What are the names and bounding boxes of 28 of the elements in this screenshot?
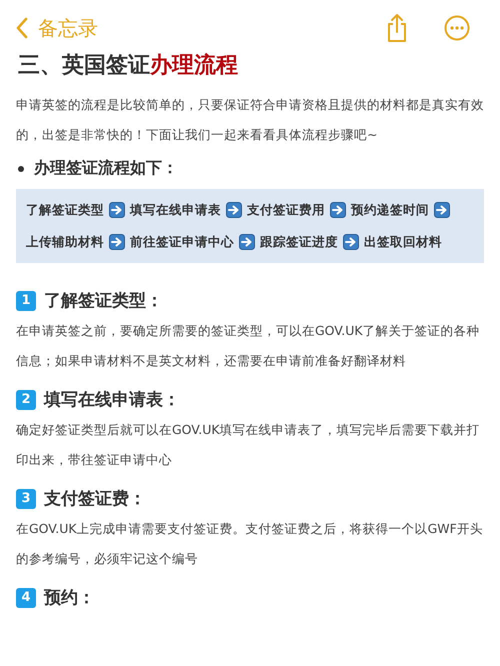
bullet-heading: 办理签证流程如下： xyxy=(34,158,178,179)
step-label: 前往签证申请中心 xyxy=(130,233,234,251)
step-label: 填写在线申请表 xyxy=(130,201,221,219)
section-title: 了解签证类型： xyxy=(44,290,163,312)
more-icon[interactable] xyxy=(444,15,470,41)
section-title: 填写在线申请表： xyxy=(44,389,180,411)
share-icon[interactable] xyxy=(386,13,408,43)
heading-text: 三、英国签证 xyxy=(18,53,150,78)
section-paragraph: 确定好签证类型后就可以在GOV.UK填写在线申请表了，填写完毕后需要下载并打印出来，带往签证申请中心 xyxy=(16,421,481,469)
back-chevron-icon xyxy=(16,17,28,39)
intro-paragraph: 申请英签的流程是比较简单的，只要保证符合申请资格且提供的材料都是真实有效的，出签是非常快的！下面让我们一起来看看具体流程步骤吧~ xyxy=(16,96,484,144)
step-number-badge: 4 xyxy=(16,588,36,608)
section-paragraph: 在GOV.UK上完成申请需要支付签证费。支付签证费之后，将获得一个以GWF开头的参考编号，必须牢记这个编号 xyxy=(16,520,484,568)
section-paragraph: 在申请英签之前，要确定所需要的签证类型，可以在GOV.UK了解关于签证的各种信息；如果申请材料不是英文材料，还需要在申请前准备好翻译材料 xyxy=(16,322,481,370)
section-title: 预约： xyxy=(44,587,95,609)
step-label: 上传辅助材料 xyxy=(26,233,104,251)
step-label: 出签取回材料 xyxy=(364,233,442,251)
back-button[interactable]: 备忘录 xyxy=(16,14,98,42)
step-label: 支付签证费用 xyxy=(247,201,325,219)
step-number-badge: 3 xyxy=(16,488,36,508)
step-label: 预约递签时间 xyxy=(351,201,429,219)
bullet-icon xyxy=(18,166,24,172)
heading-highlight: 办理流程 xyxy=(150,53,238,78)
step-label: 了解签证类型 xyxy=(26,201,104,219)
step-label: 跟踪签证进度 xyxy=(260,233,338,251)
section-title: 支付签证费： xyxy=(44,488,146,510)
step-number-badge: 2 xyxy=(16,390,36,410)
step-number-badge: 1 xyxy=(16,290,36,310)
